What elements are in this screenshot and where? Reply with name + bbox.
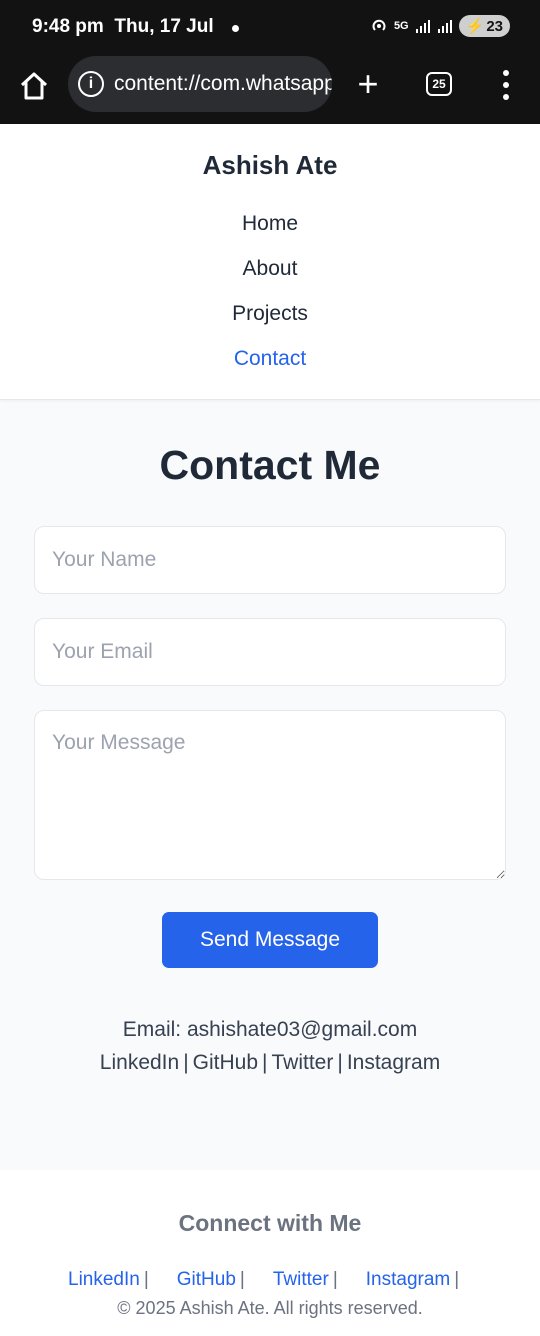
social-links-line: LinkedIn | GitHub | Twitter | Instagram [0, 1051, 540, 1075]
address-bar[interactable]: i content://com.whatsapp [68, 56, 332, 112]
social-twitter[interactable]: Twitter [272, 1051, 334, 1074]
site-title: Ashish Ate [202, 150, 338, 180]
battery-indicator: ⚡ 23 [458, 15, 510, 37]
separator: | [239, 1269, 245, 1290]
battery-level: 23 [486, 17, 503, 35]
copyright: © 2025 Ashish Ate. All rights reserved. [117, 1298, 423, 1318]
menu-dot-icon [503, 70, 509, 76]
nav-home[interactable]: Home [0, 212, 540, 236]
contact-email: Email: ashishate03@gmail.com [122, 1018, 418, 1041]
status-date: Thu, 17 Jul [114, 16, 214, 37]
footer-title: Connect with Me [178, 1210, 362, 1236]
status-icons: 5G ⚡ 23 [370, 15, 510, 37]
site-footer: Connect with Me LinkedIn | GitHub | Twitte… [0, 1170, 540, 1336]
footer-link-linkedin[interactable]: LinkedIn [68, 1269, 140, 1291]
message-textarea[interactable] [34, 710, 506, 880]
separator: | [262, 1051, 268, 1074]
status-time: 9:48 pm Thu, 17 Jul [32, 16, 214, 38]
tab-switcher-button[interactable]: 25 [426, 72, 452, 96]
name-input[interactable] [34, 526, 506, 594]
email-input[interactable] [34, 618, 506, 686]
notification-dot-icon [232, 25, 239, 32]
social-github[interactable]: GitHub [193, 1051, 258, 1074]
status-bar: 9:48 pm Thu, 17 Jul 5G ⚡ 23 [0, 0, 540, 56]
signal-icon [437, 20, 452, 33]
home-icon[interactable] [18, 70, 50, 102]
hotspot-icon [372, 19, 386, 31]
signal-icon [415, 20, 430, 33]
footer-link-twitter[interactable]: Twitter [273, 1269, 329, 1291]
send-message-button[interactable]: Send Message [162, 912, 378, 968]
more-menu-button[interactable] [500, 70, 512, 100]
separator: | [332, 1269, 338, 1290]
nav-contact[interactable]: Contact [0, 347, 540, 371]
url-text[interactable]: content://com.whatsapp [114, 72, 332, 96]
separator: | [183, 1051, 189, 1074]
browser-toolbar: i content://com.whatsapp + 25 [0, 56, 540, 124]
menu-dot-icon [503, 94, 509, 100]
status-clock: 9:48 pm [32, 16, 104, 37]
new-tab-button[interactable]: + [352, 64, 384, 104]
site-header: Ashish Ate Home About Projects Contact [0, 124, 540, 400]
nav-about[interactable]: About [0, 257, 540, 281]
footer-links: LinkedIn | GitHub | Twitter | Instagram | [68, 1269, 459, 1291]
footer-link-instagram[interactable]: Instagram [366, 1269, 450, 1291]
nav-projects[interactable]: Projects [0, 302, 540, 326]
social-linkedin[interactable]: LinkedIn [100, 1051, 179, 1074]
social-instagram[interactable]: Instagram [347, 1051, 440, 1074]
separator: | [454, 1269, 460, 1290]
footer-link-github[interactable]: GitHub [177, 1269, 236, 1291]
charging-icon: ⚡ [465, 18, 485, 35]
network-type-icon: 5G [393, 20, 409, 32]
separator: | [143, 1269, 149, 1290]
menu-dot-icon [503, 82, 509, 88]
separator: | [337, 1051, 343, 1074]
info-icon[interactable]: i [78, 71, 104, 97]
contact-heading: Contact Me [159, 442, 381, 488]
